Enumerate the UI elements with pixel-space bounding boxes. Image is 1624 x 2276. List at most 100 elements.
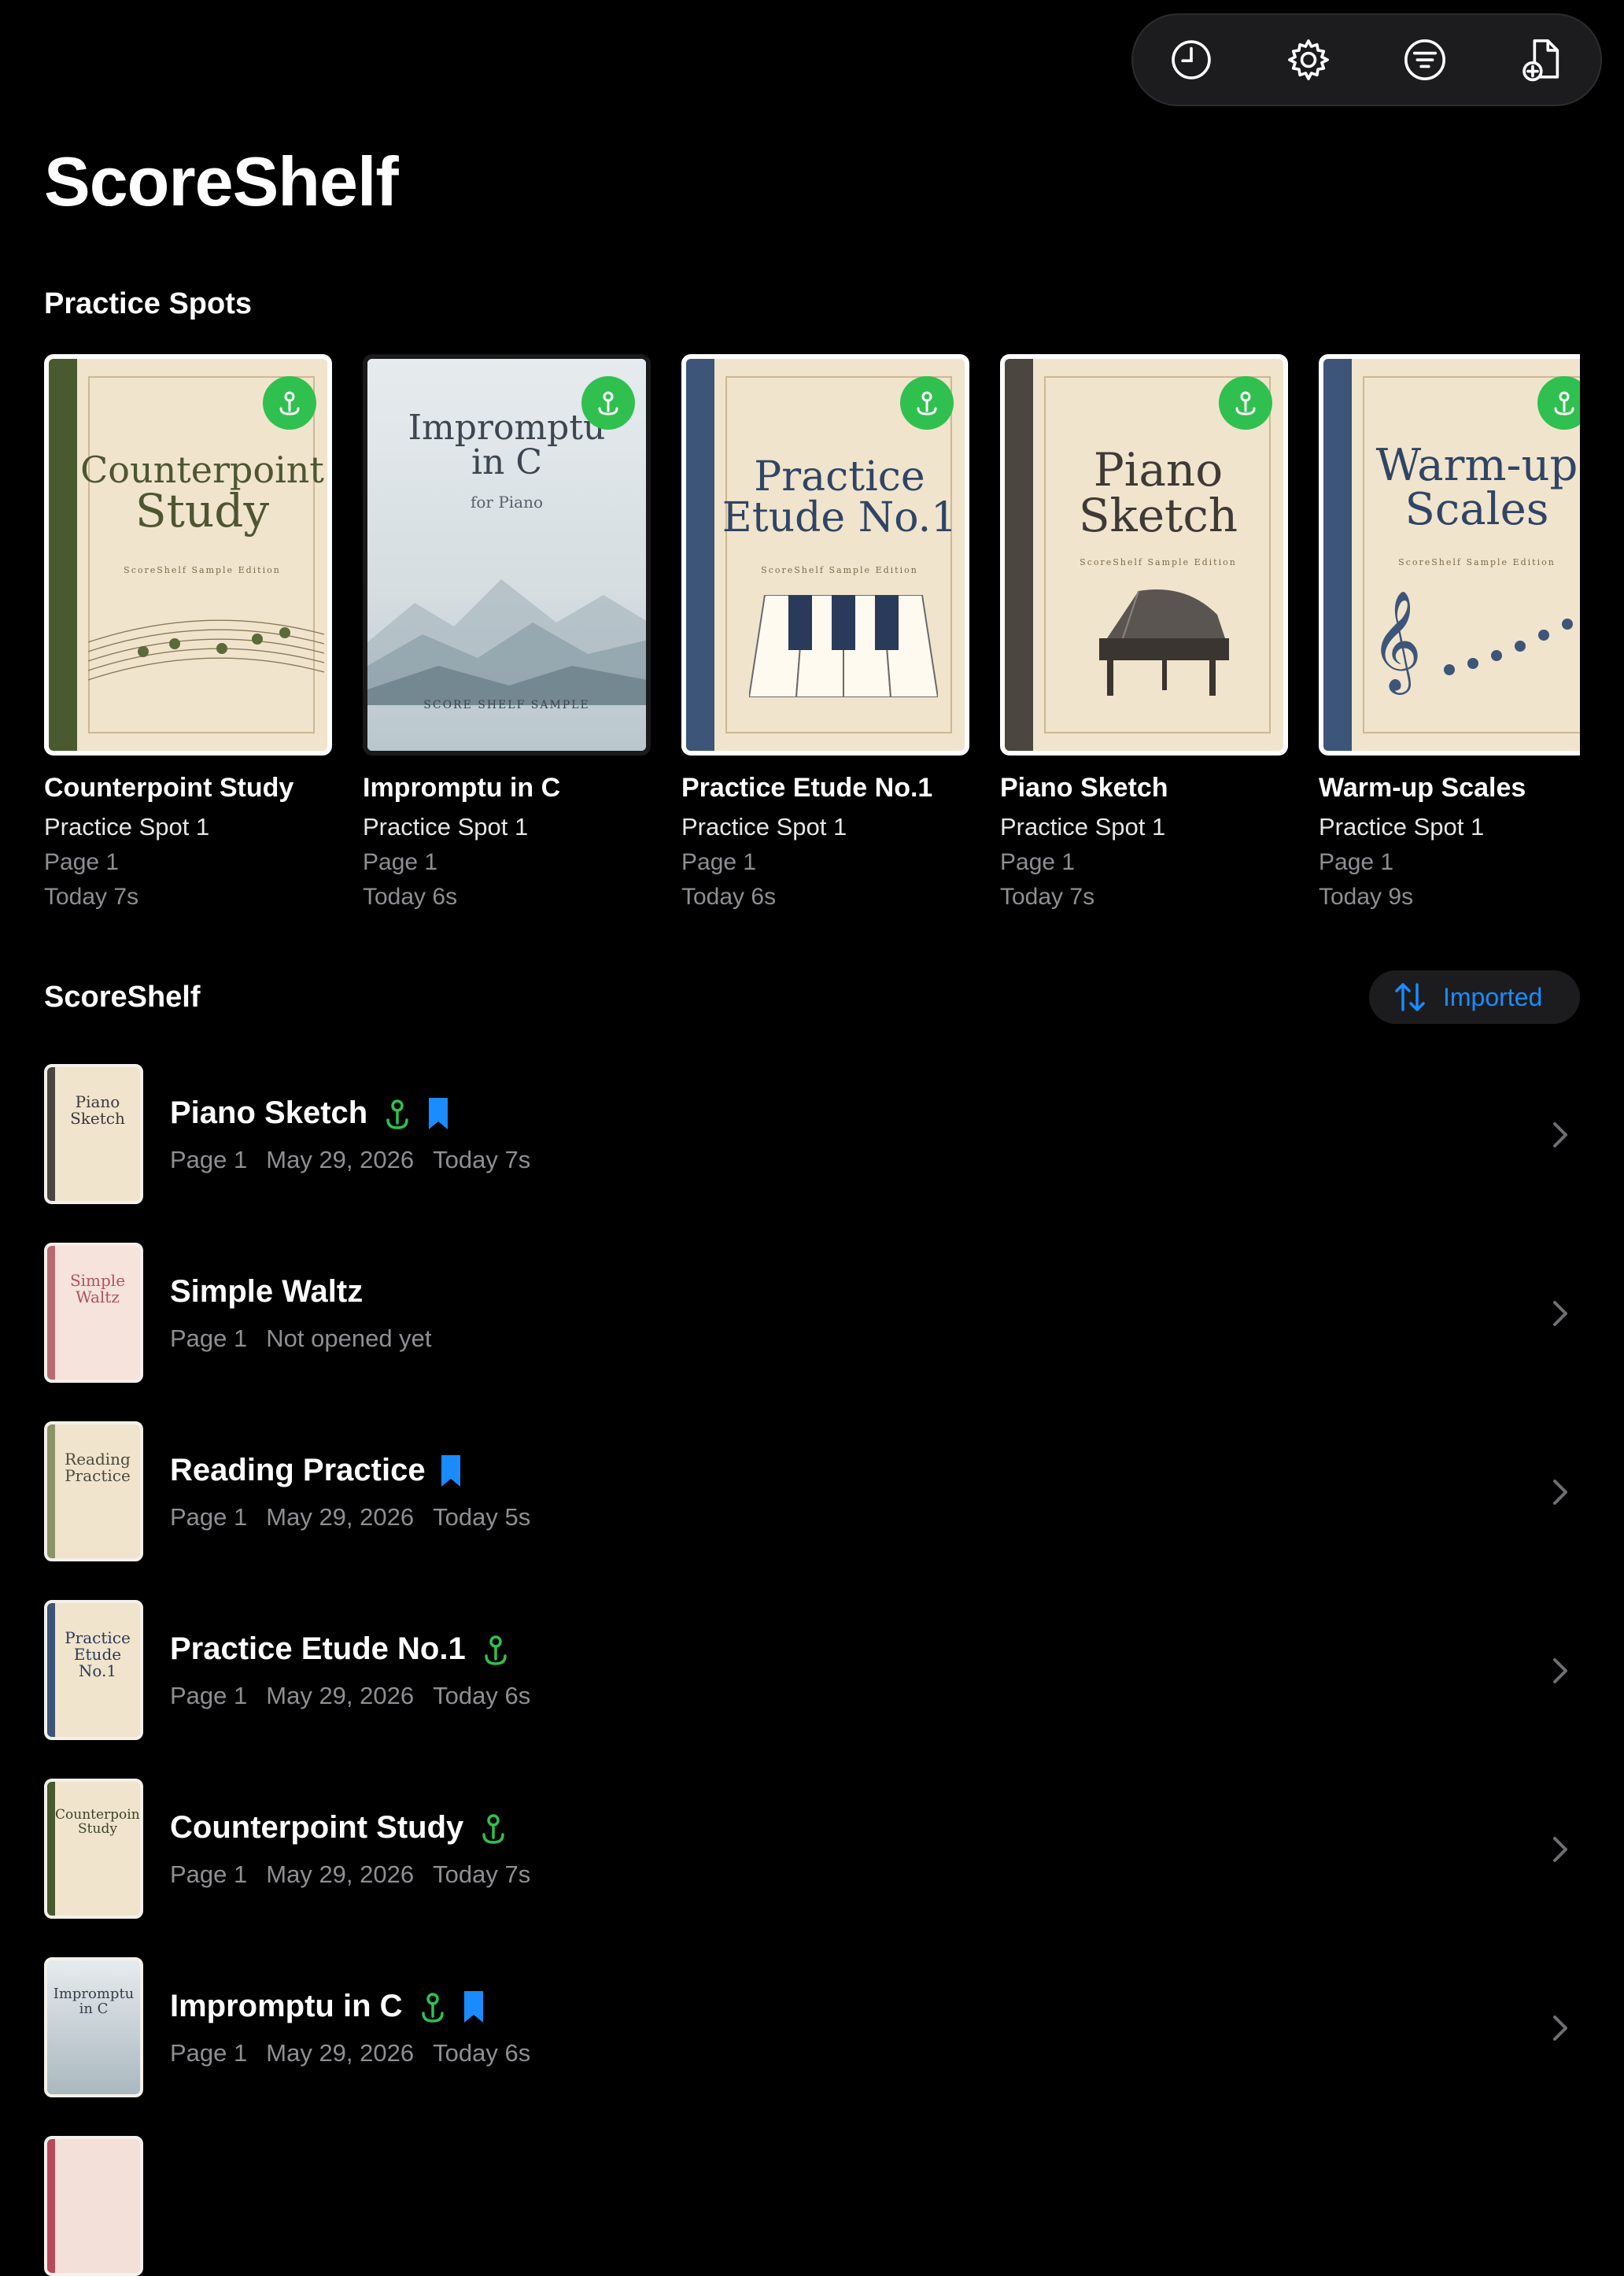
score-date: May 29, 2026 [266,2039,415,2067]
list-item[interactable]: Counterpoint Study Counterpoint Study Pag… [44,1779,1580,1957]
add-document-icon [1522,39,1559,82]
clock-icon [1172,40,1212,79]
score-title: Simple Waltz [170,1274,364,1309]
practice-spot-badge [1219,376,1272,430]
practice-spot-card[interactable]: Counterpoint Study ScoreShelf Sample Edi… [44,354,332,911]
pin-icon [598,391,618,416]
practice-spot-card[interactable]: Practice Etude No.1 ScoreShelf Sample Ed… [681,354,969,911]
score-date: May 29, 2026 [266,1682,415,1709]
score-date: Not opened yet [266,1325,432,1352]
pin-icon [1235,391,1256,416]
app-title: ScoreShelf [44,142,399,220]
chevron-right-icon [1553,1480,1567,1505]
card-spot-label: Practice Spot 1 [681,813,847,841]
pin-icon [482,1813,505,1844]
pin-icon [917,391,937,416]
card-page: Page 1 [681,849,757,875]
score-title: Counterpoint Study [170,1810,464,1845]
list-item[interactable] [44,2136,1580,2276]
music-staff-illustration [88,619,324,681]
score-page: Page 1 [170,1325,248,1352]
card-title: Impromptu in C [363,773,561,803]
score-page: Page 1 [170,1682,248,1709]
score-thumbnail [44,2136,143,2276]
score-thumbnail: Simple Waltz [44,1243,143,1383]
card-title: Counterpoint Study [44,773,294,803]
svg-text:𝄞: 𝄞 [1371,589,1422,695]
practice-spot-card[interactable]: Piano Sketch ScoreShelf Sample Edition P… [1000,354,1288,911]
card-spot-label: Practice Spot 1 [44,813,210,841]
score-page: Page 1 [170,1503,248,1531]
treble-clef-illustration: 𝄞 [1371,589,1573,695]
score-cover: Practice Etude No.1 ScoreShelf Sample Ed… [681,354,969,756]
gear-icon [1287,39,1329,80]
pin-icon [279,391,300,416]
card-page: Page 1 [1000,849,1076,875]
pin-icon [386,1099,408,1129]
practice-spot-badge [581,376,635,430]
sort-button[interactable]: Imported [1369,970,1580,1024]
card-time: Today 6s [363,884,458,910]
practice-spot-card[interactable]: Impromptu in C for Piano SCORE SHELF SAM… [363,354,651,911]
score-thumbnail: Counterpoint Study [44,1779,143,1919]
score-time: Today 7s [433,1146,531,1173]
recent-button[interactable] [1156,24,1227,95]
practice-spot-badge [900,376,954,430]
pin-icon [1554,391,1574,416]
pin-icon [421,1992,444,2023]
chevron-right-icon [1553,1658,1567,1683]
list-item[interactable]: Impromptu in C Impromptu in C Page 1 May … [44,1957,1580,2136]
score-page: Page 1 [170,2039,248,2067]
score-cover: Warm-up Scales ScoreShelf Sample Edition… [1319,354,1580,756]
filter-icon [1404,39,1446,80]
score-title: Piano Sketch [170,1096,368,1130]
grand-piano-illustration [1099,589,1229,696]
list-item[interactable]: Piano Sketch Piano Sketch Page 1 May 29, … [44,1064,1580,1243]
score-page: Page 1 [170,1146,248,1173]
card-title: Piano Sketch [1000,773,1168,803]
card-spot-label: Practice Spot 1 [1319,813,1485,841]
score-cover: Piano Sketch ScoreShelf Sample Edition [1000,354,1288,756]
practice-spot-card[interactable]: Warm-up Scales ScoreShelf Sample Edition… [1319,354,1580,911]
chevron-right-icon [1553,1122,1567,1147]
card-page: Page 1 [44,849,120,875]
practice-spots-heading: Practice Spots [44,287,252,320]
list-item[interactable]: Practice Etude No.1 Practice Etude No.1 P… [44,1600,1580,1779]
score-cover: Impromptu in C for Piano SCORE SHELF SAM… [363,354,651,756]
score-time: Today 6s [433,1682,531,1709]
bookmark-icon [429,1097,448,1129]
score-title: Impromptu in C [170,1989,403,2023]
practice-spots-carousel[interactable]: Counterpoint Study ScoreShelf Sample Edi… [44,354,1580,921]
bookmark-icon [463,1990,483,2023]
bookmark-icon [441,1454,460,1487]
card-spot-label: Practice Spot 1 [1000,813,1166,841]
score-title: Reading Practice [170,1453,426,1487]
score-list: Piano Sketch Piano Sketch Page 1 May 29, … [44,1064,1580,2276]
score-title: Practice Etude No.1 [170,1631,466,1666]
chevron-right-icon [1553,1301,1567,1326]
card-page: Page 1 [1319,849,1394,875]
card-time: Today 6s [681,884,777,910]
card-page: Page 1 [363,849,438,875]
filter-button[interactable] [1390,24,1460,95]
score-thumbnail: Reading Practice [44,1421,143,1561]
card-title: Warm-up Scales [1319,773,1526,803]
score-page: Page 1 [170,1860,248,1888]
score-time: Today 7s [433,1860,531,1888]
sort-label: Imported [1443,982,1543,1011]
list-item[interactable]: Simple Waltz Simple Waltz Page 1 Not open… [44,1243,1580,1421]
add-document-button[interactable] [1507,24,1578,95]
score-date: May 29, 2026 [266,1860,415,1888]
sort-arrows-icon [1395,983,1425,1011]
score-thumbnail: Practice Etude No.1 [44,1600,143,1740]
settings-button[interactable] [1273,24,1344,95]
chevron-right-icon [1553,1837,1567,1862]
score-date: May 29, 2026 [266,1503,415,1531]
score-date: May 29, 2026 [266,1146,415,1173]
card-time: Today 7s [1000,884,1095,910]
score-thumbnail: Impromptu in C [44,1957,143,2097]
score-time: Today 5s [433,1503,531,1531]
card-time: Today 7s [44,884,139,910]
score-time: Today 6s [433,2039,531,2067]
list-item[interactable]: Reading Practice Reading Practice Page 1 … [44,1421,1580,1600]
